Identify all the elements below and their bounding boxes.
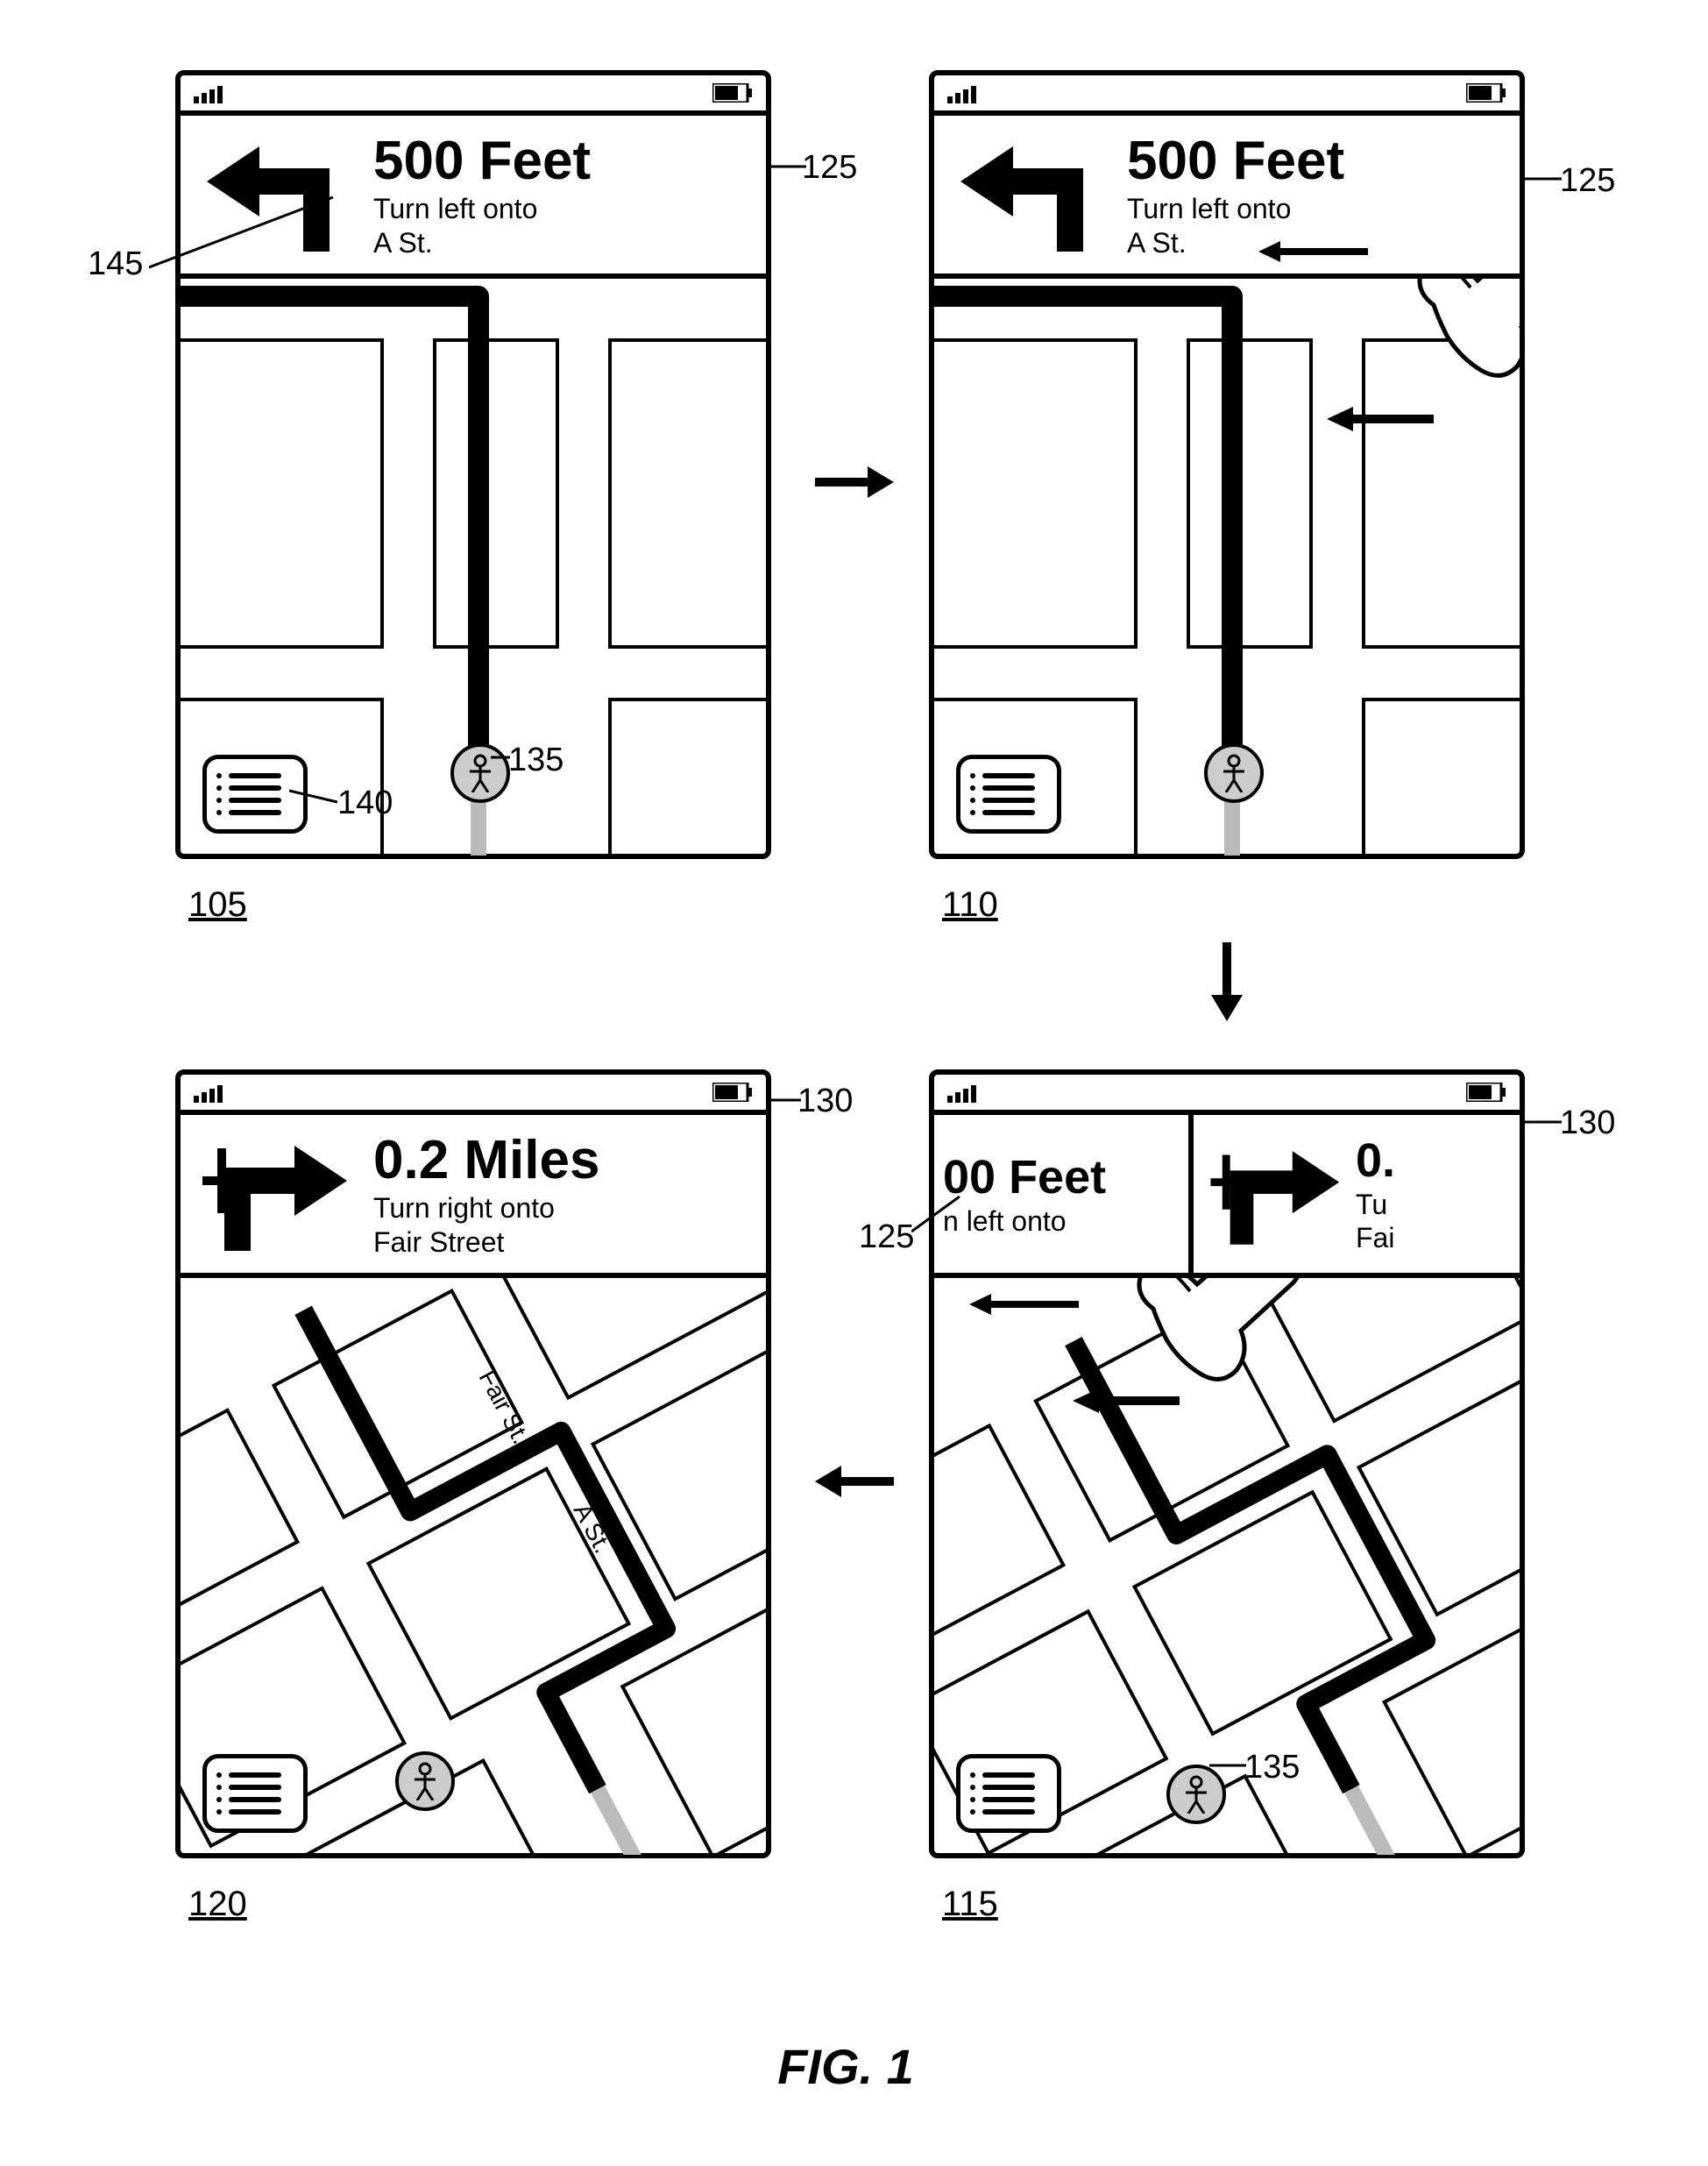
battery-icon [1466,1083,1506,1102]
status-bar [181,1075,766,1115]
battery-icon [712,1083,753,1102]
flow-arrow-right-icon [811,456,898,508]
position-marker [1204,743,1264,803]
callout-135-b: 135 [1244,1749,1300,1786]
direction-text: 0.2 Miles Turn right onto Fair Street [373,1129,599,1259]
callout-130-a: 130 [1560,1104,1615,1142]
distance-text: 500 Feet [373,130,591,192]
callout-line [149,193,342,272]
turn-right-icon [198,1133,356,1255]
callout-125-a: 125 [802,149,857,187]
figure-container: 500 Feet Turn left onto A St. [35,35,1656,2095]
signal-icon [947,1082,982,1103]
instruction-text-l1: Turn left onto [373,192,591,225]
position-marker [395,1751,455,1811]
map-area[interactable]: Fair St. A St. [181,1278,766,1855]
figure-label: FIG. 1 [777,2038,914,2095]
distance-frag-left: 00 Feet [943,1150,1188,1204]
instruction-banner-split[interactable]: 00 Feet n left onto 0. Tu Fai [934,1115,1520,1278]
map-area[interactable] [181,279,766,856]
callout-140: 140 [337,785,393,822]
phone-stage-115: 00 Feet n left onto 0. Tu Fai [929,1069,1525,1858]
map-area[interactable] [934,279,1520,856]
callout-line [289,789,342,806]
stage-label-105: 105 [188,885,247,925]
callout-125-c: 125 [859,1218,914,1256]
instruction-banner[interactable]: 500 Feet Turn left onto A St. [934,116,1520,279]
list-button[interactable] [202,1754,308,1833]
instruction-text-l2: Fair Street [373,1225,599,1259]
callout-130-b: 130 [797,1083,853,1120]
finger-icon [1118,1278,1311,1427]
callout-line [1525,1120,1562,1124]
stage-label-110: 110 [942,885,998,925]
instruction-frag-left: n left onto [943,1204,1188,1238]
phone-stage-110: 500 Feet Turn left onto A St. [929,70,1525,859]
instruction-text-l1: Turn left onto [1127,192,1344,225]
swipe-arrow-icon [969,1291,1083,1317]
list-button[interactable] [956,1754,1061,1833]
status-bar [181,75,766,116]
flow-arrow-down-icon [1201,938,1253,1026]
phone-stage-105: 500 Feet Turn left onto A St. [175,70,771,859]
status-bar [934,1075,1520,1115]
turn-left-icon [952,133,1109,256]
turn-right-icon [1207,1133,1347,1255]
instruction-banner[interactable]: 0.2 Miles Turn right onto Fair Street [181,1115,766,1278]
map-area[interactable] [934,1278,1520,1855]
phone-stage-120: 0.2 Miles Turn right onto Fair Street [175,1069,771,1858]
callout-125-b: 125 [1560,162,1615,200]
battery-icon [712,83,753,103]
position-marker [450,743,510,803]
battery-icon [1466,83,1506,103]
finger-icon [1399,279,1520,423]
callout-line [491,756,510,759]
status-bar [934,75,1520,116]
banner-right-fragment: 0. Tu Fai [1194,1115,1520,1273]
swipe-arrow-icon [1258,238,1372,265]
instruction-text-l1: Turn right onto [373,1191,599,1225]
stage-label-120: 120 [188,1885,247,1924]
distance-text: 500 Feet [1127,130,1344,192]
banner-left-fragment: 00 Feet n left onto [934,1115,1194,1273]
callout-line [911,1192,964,1236]
distance-frag-right: 0. [1356,1133,1395,1188]
callout-145: 145 [88,245,143,283]
callout-line [1209,1764,1246,1767]
signal-icon [947,82,982,103]
list-button[interactable] [956,755,1061,834]
distance-text: 0.2 Miles [373,1129,599,1191]
callout-line [771,1098,801,1102]
callout-line [771,165,806,168]
signal-icon [194,1082,229,1103]
callout-line [1525,177,1562,181]
instruction-frag-right-2: Fai [1356,1221,1395,1254]
stage-label-115: 115 [942,1885,998,1924]
direction-text: 500 Feet Turn left onto A St. [373,130,591,259]
signal-icon [194,82,229,103]
instruction-text-l2: A St. [373,226,591,259]
position-marker [1166,1765,1226,1824]
callout-135-a: 135 [508,742,563,779]
flow-arrow-left-icon [811,1455,898,1508]
instruction-frag-right-1: Tu [1356,1188,1395,1221]
